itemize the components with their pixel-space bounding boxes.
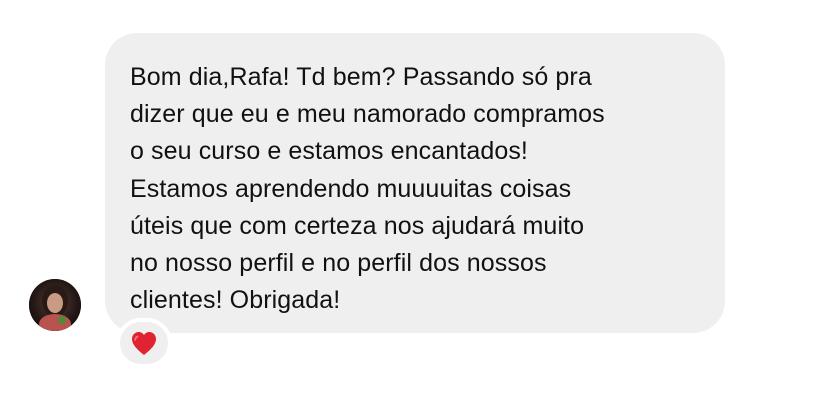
heart-icon — [132, 332, 156, 355]
avatar[interactable] — [29, 279, 81, 331]
reaction-badge[interactable] — [116, 318, 172, 368]
message-text: Bom dia,Rafa! Td bem? Passando só pra di… — [130, 63, 605, 315]
incoming-message-row: Bom dia,Rafa! Td bem? Passando só pra di… — [0, 0, 834, 402]
avatar-photo-icon — [29, 279, 81, 331]
message-bubble[interactable]: Bom dia,Rafa! Td bem? Passando só pra di… — [105, 33, 725, 333]
